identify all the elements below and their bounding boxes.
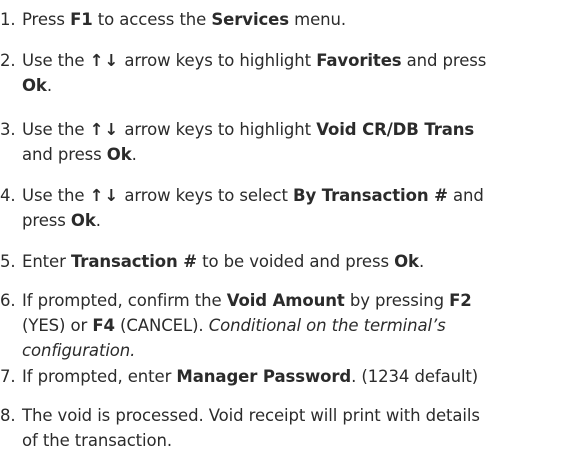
step-text-segment: menu. (289, 10, 347, 29)
step-text-segment: The void is processed. Void receipt will… (22, 406, 480, 425)
up-down-arrow-keys-icon: ↑↓ (89, 120, 120, 139)
step-text-segment: . (46, 76, 52, 95)
step-keyword: By Transaction # (292, 186, 448, 205)
step-text-segment: arrow keys to highlight (119, 51, 317, 70)
step-number: 8. (0, 406, 16, 425)
step-keyword: Manager Password (176, 367, 352, 386)
step-keyword: Void Amount (226, 291, 345, 310)
step-text: Enter Transaction # to be voided and pre… (22, 249, 560, 274)
step-text-segment: arrow keys to highlight (119, 120, 317, 139)
step-text-segment: to be voided and press (197, 252, 395, 271)
step-text-segment: by pressing (344, 291, 450, 310)
step-text-segment: and (447, 186, 484, 205)
step-text-segment: Enter (22, 252, 71, 271)
step-number: 4. (0, 186, 16, 205)
step-keyword: Ok (106, 145, 132, 164)
step-keyword: Favorites (316, 51, 402, 70)
step-text-segment: press (22, 211, 71, 230)
step-text: Press F1 to access the Services menu. (22, 7, 560, 32)
step-text-segment: of the transaction. (22, 431, 173, 450)
step-text-segment: Use the (22, 186, 90, 205)
step-text-segment: . (1234 default) (351, 367, 479, 386)
step-text-segment: Press (22, 10, 71, 29)
step-text-segment: (YES) or (22, 316, 93, 335)
step-keyword: F2 (449, 291, 472, 310)
up-down-arrow-keys-icon: ↑↓ (89, 51, 120, 70)
step-text-segment: . (418, 252, 425, 271)
step-text: Use the ↑↓ arrow keys to highlight Void … (22, 117, 560, 167)
step-text-segment: Use the (22, 51, 90, 70)
step-keyword: Transaction # (70, 252, 198, 271)
step-text: If prompted, confirm the Void Amount by … (22, 288, 560, 363)
step-text-segment: (CANCEL). (114, 316, 209, 335)
step-keyword: F1 (70, 10, 93, 29)
step-number: 5. (0, 252, 16, 271)
step-number: 3. (0, 120, 16, 139)
step-text-segment: . (131, 145, 137, 164)
step-text: If prompted, enter Manager Password. (12… (22, 364, 560, 389)
step-keyword: Ok (70, 211, 96, 230)
step-text-segment: . (95, 211, 101, 230)
step-text-segment: and press (401, 51, 487, 70)
step-number: 7. (0, 367, 16, 386)
step-text: Use the ↑↓ arrow keys to highlight Favor… (22, 48, 560, 98)
step-text: Use the ↑↓ arrow keys to select By Trans… (22, 183, 560, 233)
up-down-arrow-keys-icon: ↑↓ (89, 186, 120, 205)
step-text-segment: If prompted, enter (22, 367, 177, 386)
step-text: The void is processed. Void receipt will… (22, 403, 560, 453)
step-keyword: Void CR/DB Trans (316, 120, 475, 139)
step-note: Conditional on the terminal’s (208, 316, 446, 335)
step-number: 1. (0, 10, 16, 29)
step-keyword: Ok (22, 76, 47, 95)
step-number: 6. (0, 291, 16, 310)
step-text-segment: and press (22, 145, 107, 164)
step-text-segment: If prompted, confirm the (22, 291, 227, 310)
step-keyword: Ok (394, 252, 419, 271)
step-note: configuration. (22, 341, 136, 360)
step-text-segment: to access the (92, 10, 212, 29)
step-keyword: Services (211, 10, 289, 29)
step-number: 2. (0, 51, 16, 70)
step-text-segment: Use the (22, 120, 90, 139)
step-keyword: F4 (92, 316, 115, 335)
step-text-segment: arrow keys to select (119, 186, 293, 205)
